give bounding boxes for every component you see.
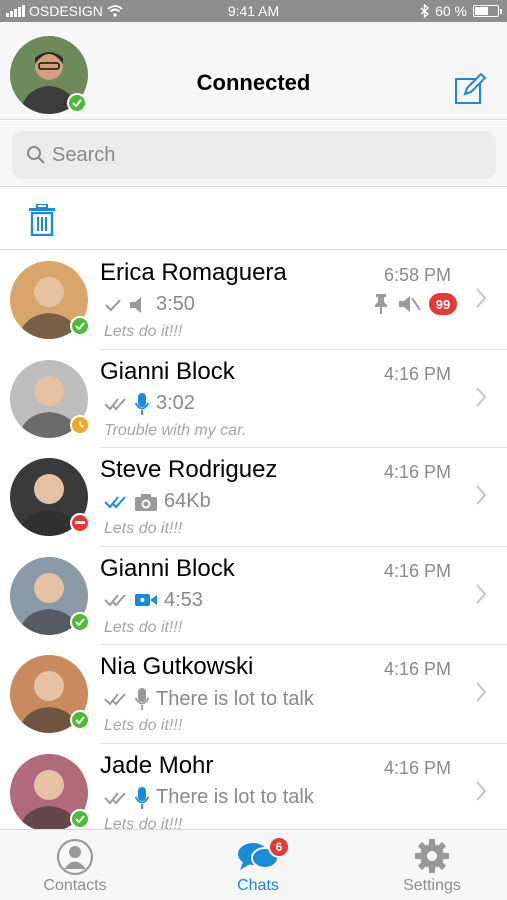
chat-row[interactable]: Nia Gutkowski 4:16 PM There is lot to talk… — [0, 645, 507, 744]
chat-row[interactable]: Gianni Block 4:16 PM 3:02 Trouble with my c… — [0, 350, 507, 448]
search-bar — [0, 121, 507, 187]
tab-label: Settings — [403, 877, 461, 894]
away-status-icon — [70, 414, 90, 435]
message-time: 6:58 PM — [383, 265, 451, 285]
message-detail: There is lot to talk — [156, 786, 314, 808]
double-check-icon — [104, 693, 126, 706]
gear-icon — [415, 839, 449, 873]
double-check-icon — [104, 495, 126, 508]
message-detail: There is lot to talk — [156, 687, 314, 710]
contact-avatar[interactable] — [10, 359, 90, 440]
online-status-icon — [70, 316, 90, 336]
last-message: 3:02 — [104, 392, 195, 416]
contact-name: Steve Rodriguez — [100, 456, 278, 483]
search-icon — [27, 146, 45, 164]
last-message: There is lot to talk — [104, 687, 314, 711]
edit-toolbar — [0, 188, 507, 250]
camera-icon — [134, 492, 158, 512]
message-time: 4:16 PM — [383, 462, 451, 482]
status-bar: OSDESIGN 9:41 AM 60 % — [0, 0, 507, 22]
message-preview: Lets do it!!! — [104, 717, 183, 734]
battery-fill — [475, 7, 489, 15]
contact-avatar[interactable] — [10, 261, 90, 341]
contact-name: Erica Romaguera — [100, 259, 287, 286]
chats-unread-badge: 6 — [268, 836, 290, 858]
chevron-right-icon — [476, 780, 487, 801]
tab-chats[interactable]: 6 Chats — [183, 830, 333, 900]
search-input[interactable] — [52, 131, 472, 179]
contact-name: Jade Mohr — [100, 751, 214, 779]
tab-label: Contacts — [43, 877, 107, 894]
contacts-icon — [56, 838, 94, 876]
chat-row[interactable]: Jade Mohr 4:16 PM There is lot to talk Lets… — [0, 744, 507, 830]
message-time: 4:16 PM — [383, 757, 451, 778]
busy-status-icon — [70, 513, 90, 533]
bluetooth-icon — [420, 4, 430, 18]
chat-row[interactable]: Gianni Block 4:16 PM 4:53 Lets do it!!! — [0, 547, 507, 645]
contact-name: Gianni Block — [100, 554, 235, 582]
message-preview: Lets do it!!! — [104, 323, 183, 340]
chevron-right-icon — [476, 386, 487, 407]
battery-group: 60 % — [420, 3, 502, 19]
message-preview: Lets do it!!! — [104, 618, 183, 636]
unread-badge: 99 — [429, 293, 457, 315]
last-message: There is lot to talk — [104, 786, 314, 810]
chevron-right-icon — [476, 485, 487, 505]
tab-bar: Contacts 6 Chats Settings — [0, 829, 507, 900]
double-check-icon — [104, 397, 126, 410]
delete-button[interactable] — [28, 203, 56, 241]
contact-avatar[interactable] — [10, 753, 90, 829]
microphone-icon — [134, 786, 150, 810]
online-status-icon — [67, 93, 87, 113]
chat-row[interactable]: Steve Rodriguez 4:16 PM 64Kb Lets do it!!! — [0, 448, 507, 547]
contact-avatar[interactable] — [10, 458, 90, 538]
contact-avatar[interactable] — [10, 556, 90, 637]
message-detail: 64Kb — [164, 490, 211, 512]
compose-button[interactable] — [453, 72, 487, 106]
compose-icon — [455, 72, 487, 104]
header: Connected — [0, 22, 507, 120]
chat-badges: 99 — [373, 293, 457, 315]
contact-name: Gianni Block — [100, 357, 235, 385]
mute-icon — [399, 296, 421, 312]
pin-icon — [375, 294, 387, 314]
single-check-icon — [105, 298, 121, 311]
last-message: 4:53 — [104, 589, 203, 612]
chevron-right-icon — [476, 288, 487, 308]
tab-contacts[interactable]: Contacts — [0, 830, 150, 900]
last-message: 3:50 — [104, 293, 195, 316]
message-time: 4:16 PM — [383, 363, 451, 384]
online-status-icon — [70, 808, 90, 829]
message-preview: Lets do it!!! — [104, 520, 183, 537]
microphone-icon — [134, 687, 150, 711]
message-detail: 3:50 — [156, 293, 195, 315]
message-preview: Trouble with my car. — [104, 421, 247, 439]
online-status-icon — [70, 611, 90, 632]
video-icon — [134, 591, 158, 609]
chevron-right-icon — [476, 583, 487, 604]
contact-name: Nia Gutkowski — [100, 653, 254, 680]
chat-row[interactable]: Erica Romaguera 6:58 PM 3:50 Lets do it!!! 9… — [0, 251, 507, 350]
trash-icon — [29, 203, 55, 237]
battery-icon — [473, 5, 502, 17]
microphone-icon — [134, 392, 150, 416]
message-time: 4:16 PM — [383, 659, 451, 679]
page-title: Connected — [196, 70, 311, 95]
message-time: 4:16 PM — [383, 560, 451, 581]
chat-list: Erica Romaguera 6:58 PM 3:50 Lets do it!!! 9… — [0, 251, 507, 829]
tab-settings[interactable]: Settings — [357, 830, 507, 900]
search-field[interactable] — [12, 131, 496, 179]
message-detail: 3:02 — [156, 392, 195, 414]
last-message: 64Kb — [104, 490, 211, 513]
double-check-icon — [104, 594, 126, 607]
contact-avatar[interactable] — [10, 655, 90, 735]
battery-percent: 60 % — [435, 3, 467, 19]
double-check-icon — [104, 791, 126, 804]
message-preview: Lets do it!!! — [104, 815, 183, 830]
message-detail: 4:53 — [164, 588, 203, 611]
speaker-icon — [128, 295, 150, 315]
online-status-icon — [70, 710, 90, 730]
chevron-right-icon — [476, 682, 487, 702]
tab-label: Chats — [237, 877, 279, 894]
